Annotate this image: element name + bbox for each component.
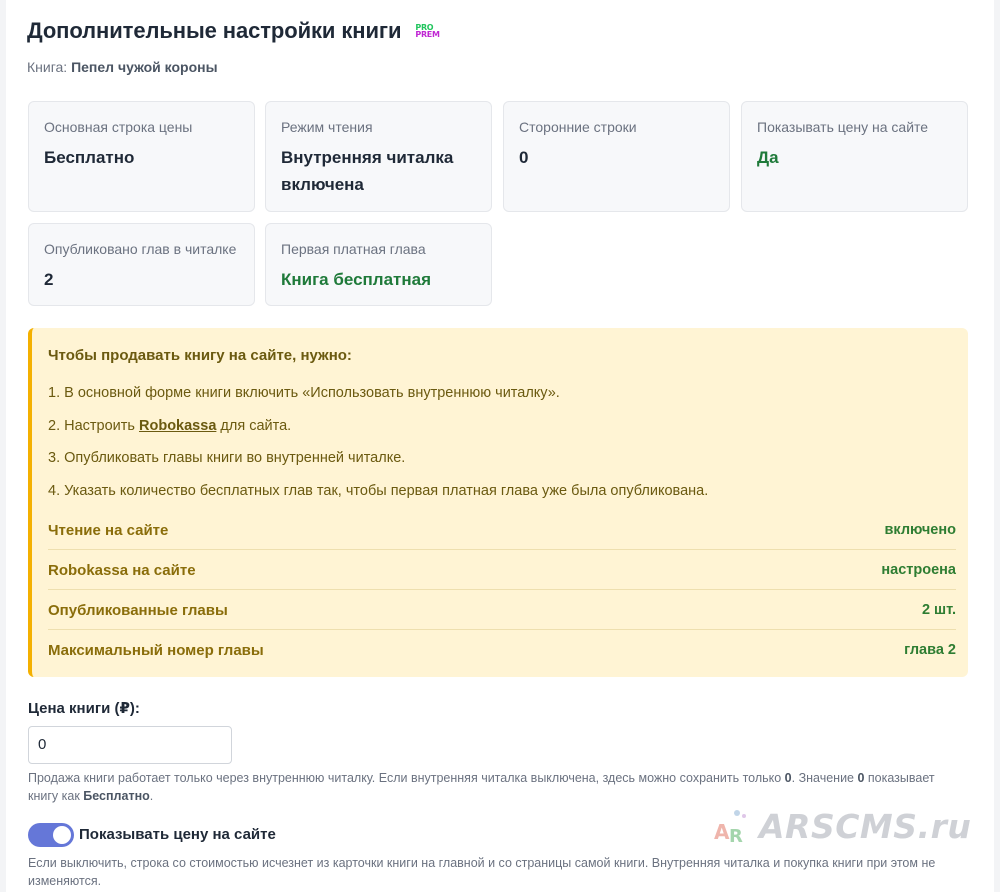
arscms-watermark: A R ARSCMS.ru [713,806,972,847]
svg-text:A: A [714,820,730,844]
show-price-hint: Если выключить, строка со стоимостью исч… [28,856,936,888]
card-show-price: Показывать цену на сайте Да [741,101,968,212]
card-value: Внутренняя читалка включена [281,148,454,194]
hint-bold: Бесплатно [83,789,150,803]
badge-prem: PREM [415,30,440,39]
price-input[interactable]: 0 [28,726,232,764]
book-line: Книга: Пепел чужой короны [27,59,218,75]
card-value: Книга бесплатная [281,270,432,289]
card-published-chapters: Опубликовано глав в читалке 2 [28,223,255,306]
status-value: глава 2 [904,642,956,658]
header: Дополнительные настройки книги PRO PREM [27,18,440,44]
price-label: Цена книги (₽): [28,700,140,717]
robokassa-link[interactable]: Robokassa [139,418,216,434]
arscms-logo-icon: A R [714,810,746,846]
status-row-max-chapter: Максимальный номер главы глава 2 [48,630,956,670]
book-name: Пепел чужой короны [71,59,218,75]
hint-text: . Значение [791,771,858,785]
notice-step-4: 4. Указать количество бесплатных глав та… [48,483,709,499]
card-label: Основная строка цены [44,119,193,135]
price-hint: Продажа книги работает только через внут… [28,769,958,805]
status-value: 2 шт. [921,602,956,618]
hint-text: . [149,789,154,803]
status-row-chapters: Опубликованные главы 2 шт. [48,590,956,630]
sales-requirements-notice: Чтобы продавать книгу на сайте, нужно: 1… [28,328,968,677]
card-reading-mode: Режим чтения Внутренняя читалка включена [265,101,492,212]
notice-step-2: 2. Настроить Robokassa для сайта. [48,418,291,434]
status-value: настроена [881,562,956,578]
hint-bold: 0 [784,771,792,785]
show-price-toggle[interactable] [28,823,74,847]
card-value: Бесплатно [44,148,135,167]
page-title: Дополнительные настройки книги [27,18,402,43]
notice-step-1: 1. В основной форме книги включить «Испо… [48,385,560,401]
card-price-line: Основная строка цены Бесплатно [28,101,255,212]
card-label: Показывать цену на сайте [757,119,929,135]
status-key: Максимальный номер главы [48,641,264,659]
status-key: Чтение на сайте [48,521,169,539]
card-label: Сторонние строки [519,119,637,135]
card-value: Да [757,148,779,167]
notice-step-3: 3. Опубликовать главы книги во внутренне… [48,450,406,466]
step2-suffix: для сайта. [216,418,292,434]
show-price-label: Показывать цену на сайте [79,826,276,843]
card-label: Опубликовано глав в читалке [44,241,237,257]
card-first-paid-chapter: Первая платная глава Книга бесплатная [265,223,492,306]
svg-text:R: R [729,826,743,846]
pro-prem-badge: PRO PREM [415,24,440,39]
status-key: Robokassa на сайте [48,561,196,579]
card-label: Режим чтения [281,119,373,135]
step2-prefix: 2. Настроить [48,418,140,434]
status-row-reading: Чтение на сайте включено [48,510,956,550]
watermark-text: ARSCMS.ru [759,806,972,846]
toggle-knob [53,826,71,844]
card-label: Первая платная глава [281,241,426,257]
card-value: 2 [44,270,54,289]
card-third-party-lines: Сторонние строки 0 [503,101,730,212]
status-value: включено [884,522,957,538]
status-row-robokassa: Robokassa на сайте настроена [48,550,956,590]
notice-title: Чтобы продавать книгу на сайте, нужно: [48,347,352,364]
book-prefix: Книга: [27,59,68,75]
hint-text: Продажа книги работает только через внут… [28,771,785,785]
status-key: Опубликованные главы [48,601,228,619]
card-value: 0 [519,148,529,167]
settings-panel: Дополнительные настройки книги PRO PREM … [6,0,994,892]
